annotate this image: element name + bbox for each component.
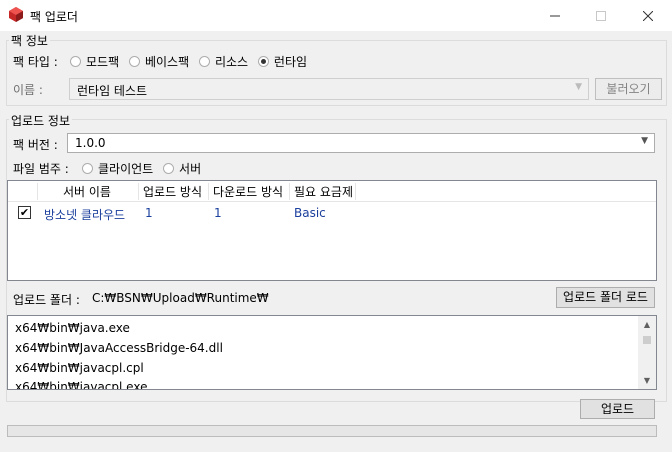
server-list-header: 서버 이름 업로드 방식 다운로드 방식 필요 요금제 — [8, 181, 656, 202]
server-list: 서버 이름 업로드 방식 다운로드 방식 필요 요금제 ✔ 방소넷 클라우드 1… — [7, 180, 657, 281]
scroll-up-icon[interactable]: ▲ — [638, 316, 656, 333]
close-button[interactable] — [625, 0, 671, 31]
maximize-icon — [596, 10, 606, 21]
upload-folder-label: 업로드 폴더 : — [13, 293, 80, 307]
window-title: 팩 업로더 — [30, 10, 78, 24]
radio-runtime-circle[interactable] — [257, 56, 269, 67]
column-check[interactable] — [8, 183, 38, 200]
title-bar: 팩 업로더 — [0, 0, 672, 31]
row-server-name: 방소넷 클라우드 — [44, 208, 126, 222]
app-icon — [9, 7, 23, 22]
column-upload-method[interactable]: 업로드 방식 — [139, 183, 209, 200]
scrollbar-thumb[interactable] — [643, 336, 651, 344]
radio-resource-circle[interactable] — [198, 56, 210, 67]
chevron-down-icon: ▼ — [641, 136, 648, 146]
scroll-down-icon[interactable]: ▼ — [638, 372, 656, 389]
upload-progress-bar — [7, 425, 657, 437]
version-label: 팩 버전 : — [13, 138, 58, 152]
version-value: 1.0.0 — [75, 136, 106, 150]
file-list[interactable]: x64₩bin₩java.exe x64₩bin₩JavaAccessBridg… — [7, 315, 657, 390]
row-checkbox[interactable]: ✔ — [18, 206, 31, 219]
radio-modpack-circle[interactable] — [70, 56, 81, 67]
table-row[interactable]: ✔ 방소넷 클라우드 1 1 Basic — [8, 203, 656, 223]
upload-button[interactable]: 업로드 — [580, 399, 655, 419]
load-upload-folder-button[interactable]: 업로드 폴더 로드 — [556, 287, 655, 308]
row-download-method: 1 — [214, 206, 222, 220]
pack-name-value: 런타임 테스트 — [77, 84, 148, 98]
category-radios: 클라이언트 서버 — [82, 160, 207, 177]
upload-info-legend: 업로드 정보 — [9, 112, 73, 129]
column-server-name[interactable]: 서버 이름 — [38, 183, 139, 200]
upload-folder-path: C:₩BSN₩Upload₩Runtime₩ — [92, 291, 269, 305]
list-item[interactable]: x64₩bin₩JavaAccessBridge-64.dll — [15, 341, 223, 355]
pack-info-legend: 팩 정보 — [9, 32, 50, 49]
radio-basepack-circle[interactable] — [128, 56, 140, 67]
category-label: 파일 범주 : — [13, 162, 69, 176]
list-item[interactable]: x64₩bin₩java.exe — [15, 321, 130, 335]
radio-resource[interactable]: 리소스 — [198, 55, 254, 69]
radio-runtime[interactable]: 런타임 — [257, 55, 313, 69]
load-button[interactable]: 불러오기 — [595, 78, 662, 100]
pack-type-label: 팩 타입 : — [13, 55, 58, 69]
file-list-scrollbar[interactable]: ▲ ▼ — [638, 316, 656, 389]
radio-basepack[interactable]: 베이스팩 — [128, 55, 195, 69]
minimize-button[interactable] — [532, 0, 578, 31]
radio-client[interactable]: 클라이언트 — [82, 162, 159, 176]
name-label: 이름 : — [13, 83, 43, 97]
radio-client-circle[interactable] — [82, 163, 93, 174]
minimize-icon — [550, 15, 560, 16]
pack-type-radios: 모드팩 베이스팩 리소스 런타임 — [70, 53, 313, 70]
column-required-plan[interactable]: 필요 요금제 — [290, 183, 356, 200]
column-download-method[interactable]: 다운로드 방식 — [209, 183, 290, 200]
list-item[interactable]: x64₩bin₩javacpl.cpl — [15, 361, 144, 375]
radio-server[interactable]: 서버 — [163, 162, 207, 176]
check-icon: ✔ — [19, 206, 30, 219]
row-upload-method: 1 — [145, 206, 153, 220]
radio-modpack[interactable]: 모드팩 — [70, 55, 125, 69]
list-item[interactable]: x64₩bin₩javacpl.exe — [15, 380, 147, 389]
version-combo[interactable]: 1.0.0 ▼ — [67, 133, 655, 153]
close-icon — [643, 10, 653, 21]
chevron-down-icon: ▼ — [575, 82, 582, 92]
radio-server-circle[interactable] — [163, 163, 175, 174]
maximize-button[interactable] — [578, 0, 624, 31]
row-required-plan: Basic — [294, 206, 326, 220]
pack-name-combo[interactable]: 런타임 테스트 ▼ — [69, 78, 589, 100]
